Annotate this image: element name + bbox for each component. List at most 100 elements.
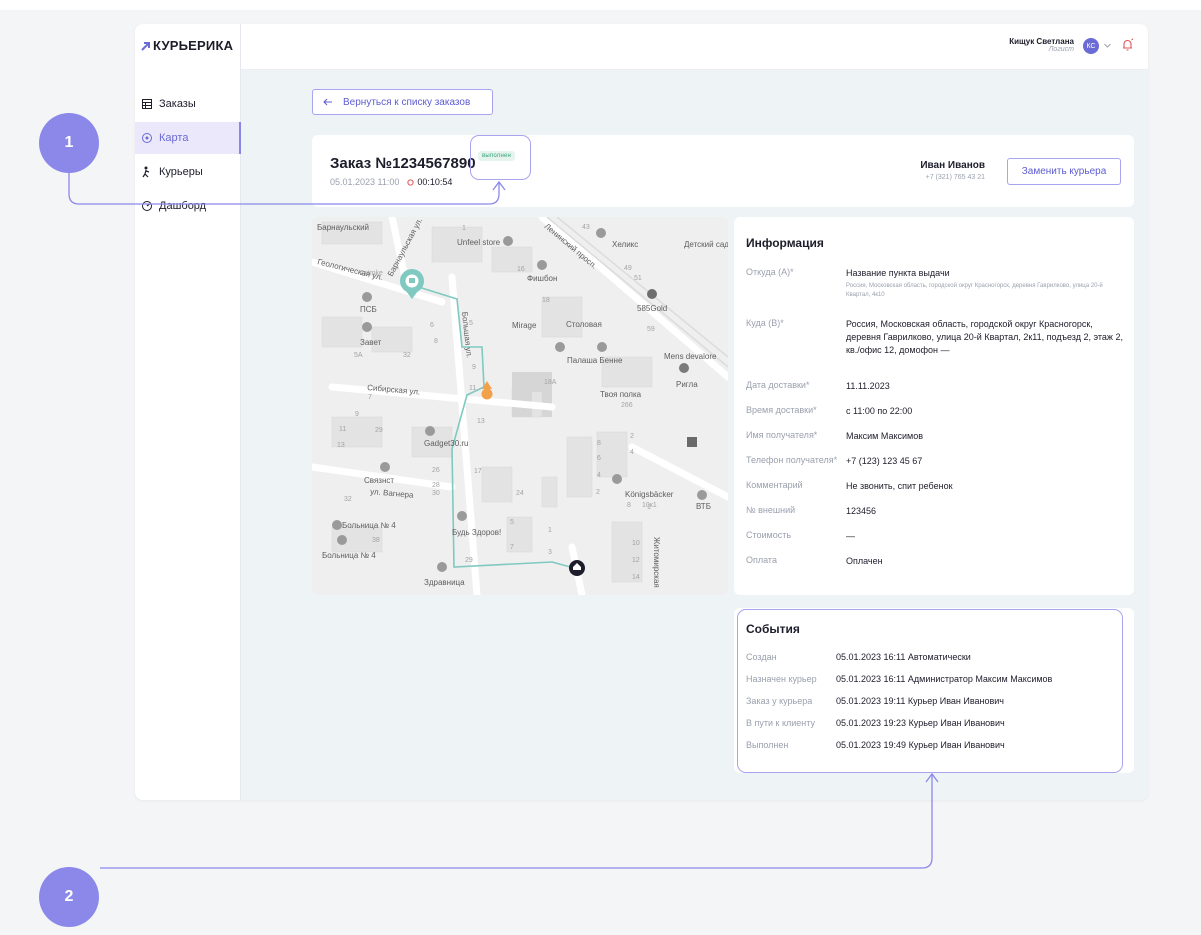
- info-label: Откуда (А)*: [746, 267, 794, 277]
- sidebar-item-orders[interactable]: Заказы: [135, 88, 241, 120]
- destination-marker[interactable]: [569, 560, 585, 576]
- info-row: Телефон получателя* +7 (123) 123 45 67: [746, 455, 1126, 468]
- sidebar-item-couriers[interactable]: Курьеры: [135, 156, 241, 188]
- order-title: Заказ №1234567890: [330, 155, 476, 172]
- dashboard-icon: [142, 201, 152, 211]
- courier-phone: +7 (321) 765 43 21: [925, 174, 985, 181]
- map-label: Будь Здоров!: [452, 528, 501, 537]
- logo[interactable]: КУРЬЕРИКА: [141, 38, 233, 53]
- svg-text:8: 8: [434, 338, 438, 345]
- user-info[interactable]: Кищук Светлана Логист: [1009, 37, 1074, 53]
- svg-text:1: 1: [647, 504, 651, 511]
- map-label: Больница № 4: [342, 521, 396, 530]
- bell-icon[interactable]: [1121, 38, 1134, 52]
- map-label: Связнст: [364, 476, 394, 485]
- map-label: Завет: [360, 338, 382, 347]
- back-button-label: Вернуться к списку заказов: [343, 96, 471, 108]
- order-timer-value: 00:10:54: [417, 177, 453, 187]
- info-row: Комментарий Не звонить, спит ребенок: [746, 480, 1126, 493]
- svg-text:18A: 18A: [544, 379, 557, 386]
- map-label: Детский сад № 8: [684, 240, 728, 249]
- replace-courier-button[interactable]: Заменить курьера: [1007, 158, 1121, 185]
- map-label: Фишбон: [527, 274, 557, 283]
- info-label: Оплата: [746, 555, 777, 565]
- delivery-map[interactable]: 1 43 16 49 51 2stroke 5 6 18 59 8 32 5A …: [312, 217, 728, 595]
- sidebar-nav: Заказы Карта Курьеры Дашборд: [135, 88, 241, 224]
- sidebar-item-label: Курьеры: [159, 166, 203, 178]
- sidebar-item-dashboard[interactable]: Дашборд: [135, 190, 241, 222]
- info-value: Не звонить, спит ребенок: [846, 481, 953, 491]
- info-label: Имя получателя*: [746, 430, 818, 440]
- map-label: Здравница: [424, 578, 465, 587]
- courier-name: Иван Иванов: [920, 160, 985, 171]
- chevron-down-icon[interactable]: [1103, 41, 1112, 50]
- svg-text:1: 1: [462, 225, 466, 232]
- map-label: Житомирская: [652, 537, 661, 588]
- svg-text:266: 266: [621, 402, 633, 409]
- map-canvas[interactable]: 1 43 16 49 51 2stroke 5 6 18 59 8 32 5A …: [312, 217, 728, 595]
- order-meta: 05.01.2023 11:00 00:10:54: [330, 177, 452, 187]
- map-label: Mens devalore: [664, 352, 717, 361]
- events-highlight-frame: [737, 609, 1123, 773]
- map-label: ВТБ: [696, 502, 711, 511]
- orders-icon: [142, 99, 152, 109]
- svg-text:32: 32: [403, 352, 411, 359]
- svg-text:6: 6: [597, 455, 601, 462]
- order-header-card: Заказ №1234567890 05.01.2023 11:00 00:10…: [312, 135, 1134, 207]
- arrow-left-icon: [323, 98, 332, 106]
- info-row: Время доставки* с 11:00 по 22:00: [746, 405, 1126, 418]
- delivery-address: Россия, Московская область, городской ок…: [846, 319, 1123, 355]
- status-badge: выполнен: [478, 151, 516, 161]
- info-row: Имя получателя* Максим Максимов: [746, 430, 1126, 443]
- svg-text:49: 49: [624, 265, 632, 272]
- svg-text:9: 9: [355, 411, 359, 418]
- avatar[interactable]: КС: [1083, 38, 1099, 54]
- map-label: 585Gold: [637, 304, 667, 313]
- svg-text:2: 2: [630, 433, 634, 440]
- sidebar: КУРЬЕРИКА Заказы Карта Курьеры Дашборд: [135, 24, 241, 800]
- back-to-orders-button[interactable]: Вернуться к списку заказов: [312, 89, 493, 115]
- svg-text:7: 7: [510, 544, 514, 551]
- map-label: Хеликс: [612, 240, 638, 249]
- svg-text:5A: 5A: [354, 352, 363, 359]
- svg-text:6: 6: [430, 322, 434, 329]
- svg-text:9: 9: [472, 364, 476, 371]
- svg-text:32: 32: [344, 496, 352, 503]
- sidebar-item-label: Карта: [159, 132, 189, 144]
- info-row: Стоимость —: [746, 530, 1126, 543]
- info-row-to: Куда (В)* Россия, Московская область, го…: [746, 318, 1126, 357]
- transit-icon: [687, 437, 697, 447]
- topbar: Кищук Светлана Логист КС: [241, 24, 1148, 70]
- callout-2: 2: [39, 867, 99, 927]
- svg-text:30: 30: [432, 490, 440, 497]
- pickup-name: Название пункта выдачи: [846, 268, 950, 278]
- pickup-address: Россия, Московская область, городской ок…: [846, 283, 1103, 298]
- info-value: Название пункта выдачи Россия, Московска…: [846, 267, 1126, 300]
- info-label: Телефон получателя*: [746, 455, 838, 465]
- svg-text:18: 18: [542, 297, 550, 304]
- svg-text:13: 13: [337, 442, 345, 449]
- svg-text:5: 5: [510, 519, 514, 526]
- courier-icon: [142, 166, 150, 178]
- svg-text:38: 38: [372, 537, 380, 544]
- svg-text:14: 14: [632, 574, 640, 581]
- status-highlight-frame: выполнен: [470, 135, 531, 180]
- info-value: —: [846, 531, 855, 541]
- map-label: Барнаульский: [317, 223, 369, 232]
- svg-text:11: 11: [469, 385, 476, 392]
- info-label: Время доставки*: [746, 405, 817, 415]
- svg-text:1: 1: [548, 527, 552, 534]
- svg-text:29: 29: [465, 557, 473, 564]
- svg-text:28: 28: [432, 482, 440, 489]
- sidebar-item-map[interactable]: Карта: [135, 122, 241, 154]
- map-label: Gadget30.ru: [424, 439, 468, 448]
- svg-text:2: 2: [596, 489, 600, 496]
- info-value: 11.11.2023: [846, 381, 890, 391]
- info-label: Комментарий: [746, 480, 803, 490]
- svg-text:24: 24: [516, 490, 524, 497]
- info-label: Куда (В)*: [746, 318, 784, 328]
- svg-text:7: 7: [368, 394, 372, 401]
- order-info-card: Информация Откуда (А)* Название пункта в…: [734, 217, 1134, 595]
- svg-text:3: 3: [548, 549, 552, 556]
- user-role: Логист: [1048, 46, 1074, 53]
